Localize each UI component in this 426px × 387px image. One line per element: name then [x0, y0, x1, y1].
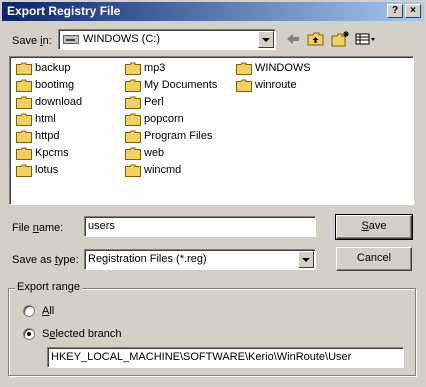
file-name-value: users	[88, 220, 115, 232]
folder-icon	[125, 96, 141, 109]
help-button[interactable]: ?	[387, 4, 403, 18]
cancel-button[interactable]: Cancel	[336, 247, 412, 271]
radio-selected-branch[interactable]	[23, 328, 35, 340]
save-as-type-dropdown[interactable]: Registration Files (*.reg)	[84, 249, 316, 270]
folder-icon	[125, 147, 141, 160]
branch-path-value: HKEY_LOCAL_MACHINE\SOFTWARE\Kerio\WinRou…	[51, 351, 352, 363]
save-button[interactable]: Save	[335, 214, 413, 240]
folder-icon	[125, 130, 141, 143]
save-as-type-value: Registration Files (*.reg)	[88, 253, 207, 265]
title-bar[interactable]: Export Registry File ? ×	[2, 2, 424, 21]
drive-icon	[63, 35, 79, 44]
folder-icon	[16, 96, 32, 109]
export-registry-dialog: Export Registry File ? × Save in: WINDOW…	[0, 0, 426, 387]
export-range-title: Export range	[15, 281, 82, 293]
close-button[interactable]: ×	[405, 4, 421, 18]
folder-icon	[16, 130, 32, 143]
folder-icon	[125, 164, 141, 177]
chevron-down-icon[interactable]	[258, 31, 274, 48]
radio-all-label[interactable]: All	[42, 305, 54, 317]
new-folder-icon[interactable]	[330, 30, 350, 48]
up-folder-icon[interactable]	[306, 30, 326, 48]
chevron-down-icon[interactable]	[298, 251, 314, 268]
branch-path-input[interactable]: HKEY_LOCAL_MACHINE\SOFTWARE\Kerio\WinRou…	[47, 347, 404, 368]
file-name-input[interactable]: users	[84, 216, 316, 237]
save-in-value: WINDOWS (C:)	[83, 33, 160, 45]
folder-icon	[125, 113, 141, 126]
save-in-label: Save in:	[12, 35, 52, 47]
back-arrow-icon[interactable]	[284, 30, 302, 48]
folder-icon	[125, 79, 141, 92]
export-range-group: Export range All Selected branch HKEY_LO…	[8, 281, 416, 376]
folder-icon	[236, 79, 252, 92]
file-list[interactable]: backup bootimg download html httpd Kpcms…	[9, 56, 414, 205]
radio-all[interactable]	[23, 305, 35, 317]
folder-icon	[16, 164, 32, 177]
save-in-dropdown[interactable]: WINDOWS (C:)	[58, 29, 276, 50]
radio-selected-branch-label[interactable]: Selected branch	[42, 328, 122, 340]
dialog-title: Export Registry File	[7, 4, 121, 18]
folder-icon	[16, 62, 32, 75]
folder-icon	[16, 79, 32, 92]
folder-icon	[16, 147, 32, 160]
folder-icon	[16, 113, 32, 126]
folder-icon	[125, 62, 141, 75]
folder-icon	[236, 62, 252, 75]
view-menu-icon[interactable]	[354, 30, 378, 48]
save-as-type-label: Save as type:	[12, 254, 79, 266]
file-name-label: File name:	[12, 222, 64, 234]
